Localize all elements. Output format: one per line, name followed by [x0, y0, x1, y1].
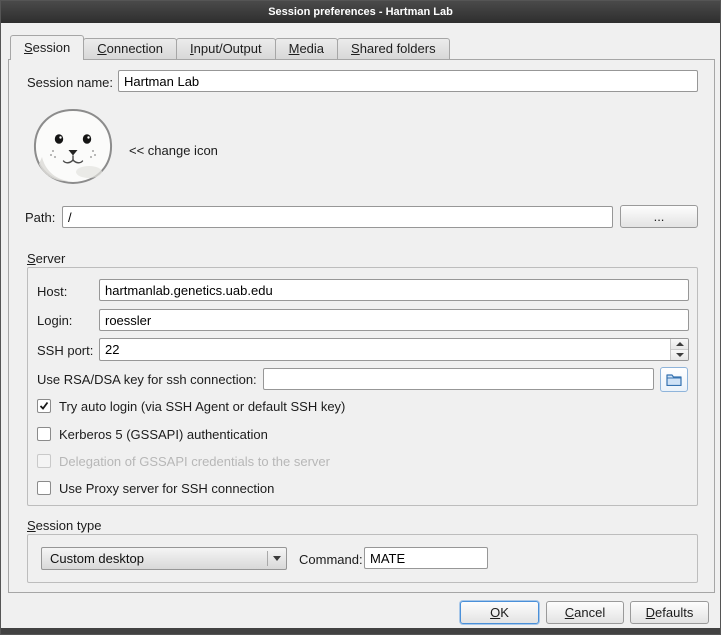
ok-button-label: K — [500, 605, 509, 620]
chevron-down-icon — [676, 353, 684, 357]
checkbox-row-kerberos[interactable]: Kerberos 5 (GSSAPI) authentication — [37, 426, 268, 442]
tab-media[interactable]: Media — [275, 38, 338, 59]
checkbox-kerberos[interactable] — [37, 427, 51, 441]
checkbox-proxy-label: Use Proxy server for SSH connection — [59, 481, 274, 496]
spin-down-button[interactable] — [671, 350, 688, 360]
host-label: Host: — [37, 284, 67, 299]
chevron-down-icon — [268, 556, 286, 561]
ssh-port-spin-buttons — [670, 339, 688, 360]
session-name-label: Session name: — [27, 75, 113, 90]
tab-connection[interactable]: Connection — [83, 38, 177, 59]
rsa-key-browse-button[interactable] — [660, 367, 688, 392]
path-browse-button[interactable]: ... — [620, 205, 698, 228]
checkbox-row-auto-login[interactable]: Try auto login (via SSH Agent or default… — [37, 398, 345, 414]
host-input[interactable] — [99, 279, 689, 301]
tab-shared-folders-label: hared folders — [360, 41, 436, 56]
tab-connection-mnemonic: C — [97, 41, 106, 56]
checkbox-kerberos-label: Kerberos 5 (GSSAPI) authentication — [59, 427, 268, 442]
tab-bar: Session Connection Input/Output Media Sh… — [10, 35, 449, 59]
check-icon — [39, 401, 49, 411]
server-group-title: Server — [27, 251, 65, 266]
chevron-up-icon — [676, 342, 684, 346]
change-icon-hint: << change icon — [129, 143, 218, 158]
session-type-value: Custom desktop — [42, 551, 267, 566]
checkbox-gssapi-delegation-label: Delegation of GSSAPI credentials to the … — [59, 454, 330, 469]
tab-input-output[interactable]: Input/Output — [176, 38, 276, 59]
tab-media-label: edia — [299, 41, 324, 56]
tab-input-output-label: nput/Output — [194, 41, 262, 56]
path-label: Path: — [25, 210, 55, 225]
folder-open-icon — [666, 373, 682, 386]
rsa-key-label: Use RSA/DSA key for ssh connection: — [37, 372, 257, 387]
server-group-title-mnemonic: S — [27, 251, 36, 266]
checkbox-auto-login[interactable] — [37, 399, 51, 413]
seal-icon — [28, 107, 118, 189]
session-type-title-mnemonic: S — [27, 518, 36, 533]
defaults-button-mnemonic: D — [646, 605, 655, 620]
checkbox-proxy[interactable] — [37, 481, 51, 495]
defaults-button-label: efaults — [655, 605, 693, 620]
path-input[interactable] — [62, 206, 613, 228]
server-group-title-rest: erver — [36, 251, 66, 266]
session-type-dropdown[interactable]: Custom desktop — [41, 547, 287, 570]
window-titlebar[interactable]: Session preferences - Hartman Lab — [1, 1, 720, 23]
session-name-input[interactable] — [118, 70, 698, 92]
cancel-button-mnemonic: C — [565, 605, 574, 620]
spin-up-button[interactable] — [671, 339, 688, 350]
checkbox-gssapi-delegation — [37, 454, 51, 468]
rsa-key-input[interactable] — [263, 368, 654, 390]
tab-shared-folders-mnemonic: S — [351, 41, 360, 56]
ok-button-mnemonic: O — [490, 605, 500, 620]
ok-button[interactable]: OK — [460, 601, 539, 624]
command-input[interactable] — [364, 547, 488, 569]
cancel-button[interactable]: Cancel — [546, 601, 624, 624]
session-type-title-rest: ession type — [36, 518, 102, 533]
command-label: Command: — [299, 552, 363, 567]
tab-shared-folders[interactable]: Shared folders — [337, 38, 450, 59]
checkbox-auto-login-label: Try auto login (via SSH Agent or default… — [59, 399, 345, 414]
checkbox-row-gssapi-delegation: Delegation of GSSAPI credentials to the … — [37, 453, 330, 469]
tab-session-mnemonic: S — [24, 40, 33, 55]
cancel-button-label: ancel — [574, 605, 605, 620]
tab-connection-label: onnection — [107, 41, 163, 56]
session-icon-button[interactable] — [28, 107, 118, 189]
tab-session-label: ession — [33, 40, 71, 55]
ssh-port-input[interactable] — [100, 339, 670, 360]
ssh-port-label: SSH port: — [37, 343, 93, 358]
login-input[interactable] — [99, 309, 689, 331]
window-bottom-edge — [1, 628, 720, 634]
session-type-group-title: Session type — [27, 518, 101, 533]
ssh-port-stepper — [99, 338, 689, 361]
tab-media-mnemonic: M — [289, 41, 300, 56]
login-label: Login: — [37, 313, 72, 328]
tab-session[interactable]: Session — [10, 35, 84, 60]
defaults-button[interactable]: Defaults — [630, 601, 709, 624]
session-preferences-dialog: Session preferences - Hartman Lab Sessio… — [0, 0, 721, 635]
window-title: Session preferences - Hartman Lab — [268, 6, 453, 18]
checkbox-row-proxy[interactable]: Use Proxy server for SSH connection — [37, 480, 274, 496]
